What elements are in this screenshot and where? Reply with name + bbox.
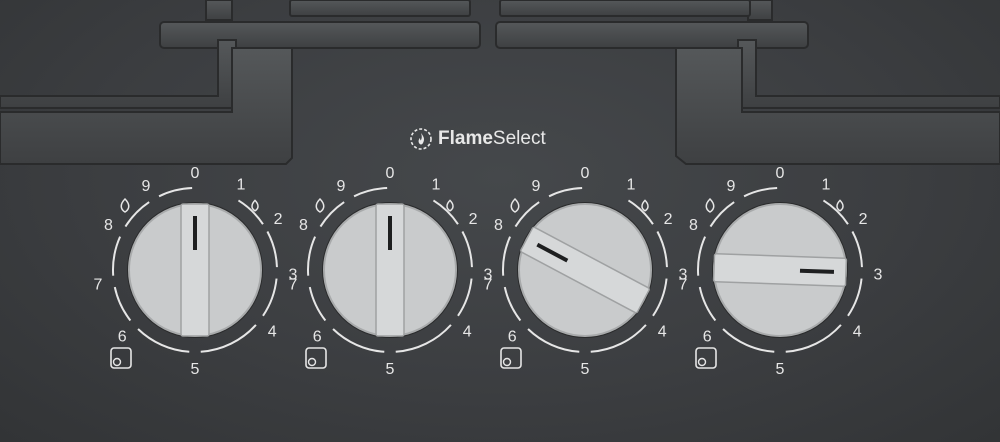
- scale-arc: [822, 199, 849, 225]
- scale-arc: [503, 286, 522, 322]
- scale-arc: [158, 187, 193, 198]
- cooktop-panel: FlameSelect 9876543210987654321098765432…: [0, 0, 1000, 442]
- off-label: 0: [191, 165, 200, 182]
- scale-label: 8: [104, 217, 113, 234]
- scale-label: 5: [191, 361, 200, 378]
- scale-label: 9: [727, 178, 736, 195]
- scale-label: 6: [118, 329, 127, 346]
- scale-label: 4: [853, 323, 862, 340]
- flame-icon: [705, 197, 715, 213]
- flame-icon: [120, 197, 130, 213]
- scale-label: 8: [494, 217, 503, 234]
- zone-dot: [502, 357, 512, 367]
- scale-label: 6: [703, 329, 712, 346]
- knob-1[interactable]: 9876543210: [94, 165, 298, 378]
- scale-label: 2: [664, 211, 673, 228]
- control-knobs: 9876543210987654321098765432109876543210: [94, 165, 883, 378]
- scale-label: 5: [386, 361, 395, 378]
- scale-arc: [237, 199, 264, 225]
- scale-arc: [262, 278, 278, 317]
- scale-label: 5: [776, 361, 785, 378]
- zone-dot: [697, 357, 707, 367]
- scale-arc: [113, 286, 132, 322]
- scale-arc: [502, 236, 512, 276]
- scale-label: 9: [532, 178, 541, 195]
- scale-arc: [652, 278, 668, 317]
- burner-rear-right-icon: [695, 347, 717, 369]
- knob-2[interactable]: 9876543210: [289, 165, 493, 378]
- scale-arc: [697, 236, 707, 276]
- burner-front-right-icon: [500, 347, 522, 369]
- scale-label: 6: [508, 329, 517, 346]
- scale-arc: [851, 231, 863, 268]
- flame-icon: [315, 197, 325, 213]
- scale-arc: [353, 187, 388, 198]
- flame-icon: [251, 199, 259, 212]
- knob-4[interactable]: 9 8 7 6 5 4 3 2 1 0: [679, 165, 883, 378]
- knob-grip[interactable]: [712, 253, 848, 287]
- flame-icon: [510, 197, 520, 213]
- scale-label: 7: [289, 277, 298, 294]
- scale-arc: [698, 286, 717, 322]
- scale-arc: [656, 231, 668, 268]
- scale-label: 6: [313, 329, 322, 346]
- pointer-line: [799, 268, 835, 274]
- flame-icon: [446, 199, 454, 212]
- scale-arc: [432, 199, 459, 225]
- scale-arc: [457, 278, 473, 317]
- scale-label: 5: [581, 361, 590, 378]
- scale-label: 8: [299, 217, 308, 234]
- scale-label: 7: [484, 277, 493, 294]
- scale-label: 2: [274, 211, 283, 228]
- scale-label: 9: [337, 178, 346, 195]
- scale-label: 4: [268, 323, 277, 340]
- scale-label: 7: [679, 277, 688, 294]
- burner-front-left-icon: [305, 347, 327, 369]
- off-label: 0: [386, 165, 395, 182]
- knob-grip[interactable]: [375, 203, 405, 337]
- zone-dot: [112, 357, 122, 367]
- flame-icon: [836, 199, 844, 212]
- scale-arc: [266, 231, 278, 268]
- scale-arc: [548, 187, 583, 198]
- scale-label: 4: [658, 323, 667, 340]
- scale-label: 1: [237, 176, 246, 193]
- scale-arc: [307, 236, 317, 276]
- off-label: 0: [776, 165, 785, 182]
- scale-label: 1: [627, 176, 636, 193]
- zone-dot: [307, 357, 317, 367]
- off-label: 0: [581, 165, 590, 182]
- scale-label: 7: [94, 277, 103, 294]
- knob-grip[interactable]: [180, 203, 210, 337]
- scale-label: 9: [142, 178, 151, 195]
- scale-label: 4: [463, 323, 472, 340]
- scale-arc: [461, 231, 473, 268]
- scale-label: 1: [432, 176, 441, 193]
- scale-label: 3: [873, 266, 882, 283]
- scale-arc: [308, 286, 327, 322]
- scale-arc: [112, 236, 122, 276]
- scale-arc: [627, 199, 654, 225]
- scale-arc: [743, 187, 778, 198]
- scale-label: 2: [859, 211, 868, 228]
- knob-3[interactable]: 9876543210: [484, 165, 688, 378]
- scale-label: 2: [469, 211, 478, 228]
- scale-label: 1: [822, 176, 831, 193]
- scale-label: 8: [689, 217, 698, 234]
- burner-rear-left-icon: [110, 347, 132, 369]
- flame-icon: [641, 199, 649, 212]
- scale-arc: [847, 278, 863, 317]
